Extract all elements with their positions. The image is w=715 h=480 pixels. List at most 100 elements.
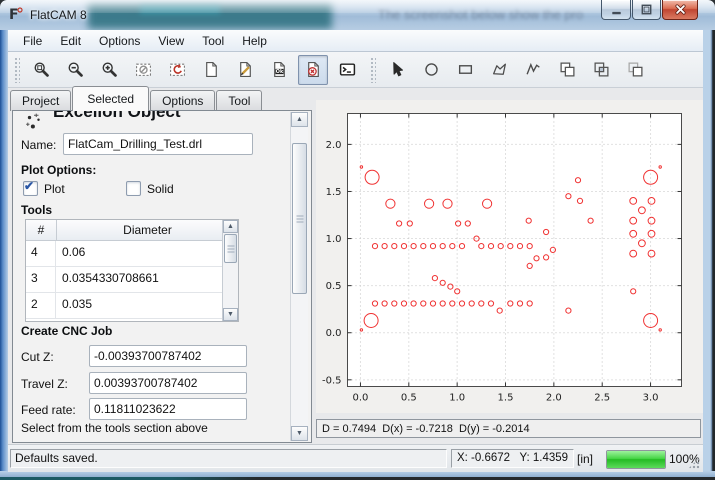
menu-view[interactable]: View [149, 31, 193, 51]
coord-x: X: -0.6672 [457, 452, 510, 464]
maximize [639, 2, 654, 17]
tab-selected[interactable]: Selected [72, 86, 149, 111]
draw-rectangle-button[interactable] [450, 55, 480, 85]
toolbar-drag-handle[interactable] [14, 57, 20, 83]
delete-object-icon [305, 61, 322, 78]
plot-checkbox[interactable] [23, 181, 38, 196]
clear-plot-button[interactable] [128, 55, 158, 85]
window-border-left [0, 30, 8, 472]
plot-checkbox-row: Plot [23, 181, 65, 196]
menu-edit[interactable]: Edit [51, 31, 90, 51]
toolbar: Ok [8, 52, 703, 88]
title-bar[interactable]: The screenshot below show the pro F Flat… [0, 0, 715, 31]
toolbar-drag-handle[interactable] [370, 57, 376, 83]
draw-circle-icon [423, 61, 440, 78]
svg-text:-0.5: -0.5 [322, 375, 342, 386]
tool-diameter: 0.0354330708661 [56, 267, 238, 292]
excellon-object-icon [25, 113, 43, 131]
menu-tool[interactable]: Tool [193, 31, 233, 51]
union-button[interactable] [552, 55, 582, 85]
excellon-object-icon [25, 113, 43, 131]
intersection-icon [593, 61, 610, 78]
travel-z-input[interactable] [89, 372, 247, 394]
subtract-button[interactable] [620, 55, 650, 85]
zoom-in-icon [101, 61, 118, 78]
tools-table-header: # Diameter [26, 220, 238, 241]
zoom-out-button[interactable] [60, 55, 90, 85]
zoom-in-button[interactable] [94, 55, 124, 85]
scroll-up-icon[interactable]: ▲ [223, 220, 238, 233]
menu-help[interactable]: Help [233, 31, 276, 51]
plot-canvas[interactable]: 0.00.51.01.52.02.53.0-0.50.00.51.01.52.0 [316, 100, 703, 413]
svg-text:1.5: 1.5 [326, 187, 342, 198]
tool-row[interactable]: 40.06 [26, 241, 238, 267]
name-label: Name: [21, 138, 56, 152]
scroll-down-icon[interactable]: ▼ [291, 426, 308, 441]
tab-project[interactable]: Project [10, 90, 71, 111]
tools-column-diameter[interactable]: Diameter [57, 220, 238, 240]
tool-row[interactable]: 20.035 [26, 293, 238, 319]
progress-fill [607, 451, 665, 468]
minimize-button[interactable] [601, 0, 631, 20]
edit-object-icon [237, 61, 254, 78]
draw-path-button[interactable] [518, 55, 548, 85]
select-button[interactable] [382, 55, 412, 85]
save-object-button[interactable]: Ok [264, 55, 294, 85]
tools-column-number[interactable]: # [26, 220, 57, 240]
scroll-up-icon[interactable]: ▲ [291, 112, 308, 127]
zoom-fit-button[interactable] [26, 55, 56, 85]
solid-checkbox[interactable] [126, 181, 141, 196]
tab-options[interactable]: Options [150, 90, 215, 111]
tab-tool[interactable]: Tool [216, 90, 262, 111]
svg-text:1.0: 1.0 [449, 393, 465, 404]
tools-table-body: 40.0630.035433070866120.035 [26, 241, 238, 319]
client-area: FileEditOptionsViewToolHelp Ok ProjectSe… [8, 30, 703, 471]
drill-plot[interactable]: 0.00.51.01.52.02.53.0-0.50.00.51.01.52.0 [316, 100, 703, 413]
flatcam-logo-icon: F [8, 6, 24, 22]
menu-file[interactable]: File [14, 31, 51, 51]
close-button[interactable] [662, 0, 698, 20]
intersection-button[interactable] [586, 55, 616, 85]
new-object-button[interactable] [196, 55, 226, 85]
svg-text:2.0: 2.0 [546, 393, 562, 404]
tools-label: Tools [21, 203, 52, 217]
cut-z-input[interactable] [89, 345, 247, 367]
window-title: FlatCAM 8 [30, 8, 87, 22]
minimize [609, 2, 624, 17]
select-icon [389, 61, 406, 78]
edit-object-button[interactable] [230, 55, 260, 85]
panel-scrollbar-thumb[interactable] [292, 143, 307, 294]
replot-icon [169, 61, 186, 78]
window-controls [601, 0, 698, 20]
tool-number: 2 [26, 293, 56, 318]
tab-bar: ProjectSelectedOptionsTool [10, 88, 263, 111]
svg-text:Ok: Ok [275, 69, 283, 75]
panel-scrollbar[interactable]: ▲ ▼ [290, 112, 308, 441]
tools-scrollbar-thumb[interactable] [224, 234, 237, 263]
svg-text:0.5: 0.5 [401, 393, 417, 404]
menu-options[interactable]: Options [90, 31, 149, 51]
tools-table-scrollbar[interactable]: ▲ ▼ [222, 220, 238, 321]
replot-button[interactable] [162, 55, 192, 85]
maximize-button[interactable] [632, 0, 661, 20]
status-bar: Defaults saved. X: -0.6672 Y: 1.4359 [in… [8, 444, 703, 472]
svg-text:1.5: 1.5 [498, 393, 514, 404]
clear-plot-icon [135, 61, 152, 78]
name-input[interactable] [63, 133, 253, 155]
svg-text:0.0: 0.0 [326, 328, 342, 339]
selected-panel: Excellon Object Name: Plot Options: Plot… [12, 110, 312, 443]
tool-number: 4 [26, 241, 56, 266]
tool-row[interactable]: 30.0354330708661 [26, 267, 238, 293]
draw-polygon-icon [491, 61, 508, 78]
feed-rate-input[interactable] [89, 398, 247, 420]
draw-circle-button[interactable] [416, 55, 446, 85]
status-message: Defaults saved. [10, 449, 447, 468]
shell-button[interactable] [332, 55, 362, 85]
progress-bar [606, 450, 666, 469]
tool-diameter: 0.06 [56, 241, 238, 266]
distance-readout: D = 0.7494 D(x) = -0.7218 D(y) = -0.2014 [316, 419, 701, 438]
window-border-right [703, 30, 715, 472]
delete-object-button[interactable] [298, 55, 328, 85]
scroll-down-icon[interactable]: ▼ [223, 308, 238, 321]
draw-polygon-button[interactable] [484, 55, 514, 85]
